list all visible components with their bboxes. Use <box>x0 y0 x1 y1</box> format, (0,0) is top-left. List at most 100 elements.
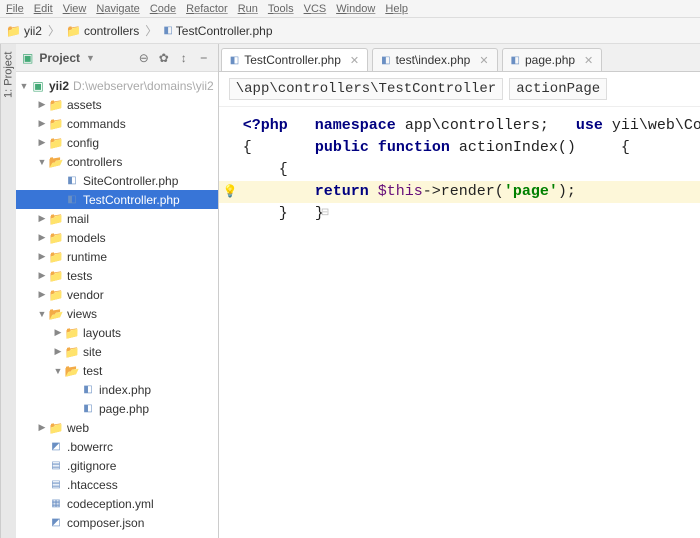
close-icon[interactable]: ✕ <box>350 54 359 67</box>
tree-row[interactable]: ▤.gitignore <box>16 456 218 475</box>
fold-icon[interactable]: ⊟ <box>321 203 329 225</box>
expand-icon[interactable]: ▼ <box>52 366 64 376</box>
folder-icon: 📁 <box>48 212 64 226</box>
project-tool-tab[interactable]: 1: Project <box>0 44 16 538</box>
expand-icon[interactable]: ▶ <box>36 232 48 243</box>
menu-item[interactable]: Help <box>385 3 408 15</box>
tree-label: assets <box>67 98 102 112</box>
menu-item[interactable]: Window <box>336 3 375 15</box>
tree-label: composer.json <box>67 516 144 530</box>
tree-root[interactable]: ▼ ▣ yii2 D:\webserver\domains\yii2 <box>16 76 218 95</box>
editor-area: ◧TestController.php✕◧test\index.php✕◧pag… <box>219 44 700 538</box>
editor-tab[interactable]: ◧page.php✕ <box>502 48 603 71</box>
code-breadcrumb[interactable]: \app\controllers\TestController actionPa… <box>219 72 700 107</box>
sidebar-title: Project <box>39 51 80 65</box>
tree-row[interactable]: ◧TestController.php <box>16 190 218 209</box>
tree-row[interactable]: ▶📁site <box>16 342 218 361</box>
collapse-all-icon[interactable]: ⊖ <box>136 50 152 66</box>
expand-icon[interactable]: ▶ <box>36 99 48 110</box>
expand-icon[interactable]: ▼ <box>36 309 48 319</box>
expand-icon[interactable]: ▶ <box>52 346 64 357</box>
tree-row[interactable]: ▶📁runtime <box>16 247 218 266</box>
tree-row[interactable]: ▶📁config <box>16 133 218 152</box>
menu-item[interactable]: Edit <box>34 3 53 15</box>
sidebar-toolbar: ▣ Project ▼ ⊖ ✿ ↕ ⎯ <box>16 44 218 72</box>
folder-icon: 📁 <box>66 24 81 38</box>
code-editor[interactable]: <?php namespace app\controllers; use yii… <box>219 107 700 233</box>
menu-item[interactable]: Refactor <box>186 3 228 15</box>
dropdown-icon[interactable]: ▼ <box>86 53 95 63</box>
menu-item[interactable]: Navigate <box>96 3 139 15</box>
expand-icon[interactable]: ▶ <box>36 289 48 300</box>
tree-row[interactable]: ◧SiteController.php <box>16 171 218 190</box>
tree-label: controllers <box>67 155 122 169</box>
editor-tabs[interactable]: ◧TestController.php✕◧test\index.php✕◧pag… <box>219 44 700 72</box>
tree-label: views <box>67 307 97 321</box>
tree-row[interactable]: ▼📂views <box>16 304 218 323</box>
menu-item[interactable]: View <box>63 3 87 15</box>
folder-icon: 📁 <box>6 24 21 38</box>
menu-item[interactable]: VCS <box>304 3 327 15</box>
expand-icon[interactable]: ▶ <box>36 422 48 433</box>
php-file-icon: ◧ <box>80 403 96 414</box>
tree-label: SiteController.php <box>83 174 178 188</box>
folder-icon: 📁 <box>48 269 64 283</box>
hide-icon[interactable]: ⎯ <box>196 50 212 66</box>
intention-bulb-icon[interactable]: 💡 <box>223 181 238 203</box>
expand-icon[interactable]: ▶ <box>52 327 64 338</box>
scroll-to-source-icon[interactable]: ↕ <box>176 50 192 66</box>
tree-row[interactable]: ▦codeception.yml <box>16 494 218 513</box>
tree-row[interactable]: ▶📁mail <box>16 209 218 228</box>
tree-row[interactable]: ▶📁web <box>16 418 218 437</box>
tree-row[interactable]: ◩.bowerrc <box>16 437 218 456</box>
tree-row[interactable]: ◧index.php <box>16 380 218 399</box>
project-view-icon: ▣ <box>22 51 33 65</box>
json-file-icon: ◩ <box>48 441 64 452</box>
tree-row[interactable]: ▶📁models <box>16 228 218 247</box>
tree-label: index.php <box>99 383 151 397</box>
tab-label: page.php <box>525 53 575 67</box>
menu-item[interactable]: File <box>6 3 24 15</box>
nav-breadcrumb[interactable]: 📁yii2 〉 📁controllers 〉 ◧TestController.p… <box>0 18 700 44</box>
tree-row[interactable]: ▶📁tests <box>16 266 218 285</box>
menu-item[interactable]: Code <box>150 3 176 15</box>
expand-icon[interactable]: ▼ <box>18 81 30 91</box>
path-segment[interactable]: \app\controllers\TestController <box>229 78 503 100</box>
php-file-icon: ◧ <box>80 384 96 395</box>
project-tree[interactable]: ▼ ▣ yii2 D:\webserver\domains\yii2 ▶📁ass… <box>16 72 218 538</box>
tree-label: commands <box>67 117 126 131</box>
tree-row[interactable]: ▤.htaccess <box>16 475 218 494</box>
expand-icon[interactable]: ▶ <box>36 213 48 224</box>
php-file-icon: ◧ <box>64 194 80 205</box>
close-icon[interactable]: ✕ <box>584 54 593 67</box>
settings-icon[interactable]: ✿ <box>156 50 172 66</box>
tree-row[interactable]: ◩composer.json <box>16 513 218 532</box>
tree-row[interactable]: ▶📁layouts <box>16 323 218 342</box>
expand-icon[interactable]: ▶ <box>36 270 48 281</box>
editor-tab[interactable]: ◧test\index.php✕ <box>372 48 497 71</box>
menu-item[interactable]: Tools <box>268 3 294 15</box>
expand-icon[interactable]: ▶ <box>36 251 48 262</box>
tree-row[interactable]: ▼📂test <box>16 361 218 380</box>
expand-icon[interactable]: ▶ <box>36 137 48 148</box>
json-file-icon: ◩ <box>48 517 64 528</box>
tree-row[interactable]: ◧page.php <box>16 399 218 418</box>
tree-label: test <box>83 364 102 378</box>
tree-row[interactable]: ▼📂controllers <box>16 152 218 171</box>
editor-tab[interactable]: ◧TestController.php✕ <box>221 48 368 71</box>
menu-item[interactable]: Run <box>238 3 258 15</box>
expand-icon[interactable]: ▼ <box>36 157 48 167</box>
tree-row[interactable]: ▶📁vendor <box>16 285 218 304</box>
expand-icon[interactable]: ▶ <box>36 118 48 129</box>
path-segment[interactable]: actionPage <box>509 78 607 100</box>
main-menu[interactable]: File Edit View Navigate Code Refactor Run Tools… <box>0 0 700 18</box>
folder-icon: 📁 <box>48 250 64 264</box>
tree-row[interactable]: ▶📁assets <box>16 95 218 114</box>
tree-label: vendor <box>67 288 104 302</box>
close-icon[interactable]: ✕ <box>479 54 488 67</box>
tree-label: layouts <box>83 326 121 340</box>
folder-icon: 📁 <box>48 117 64 131</box>
crumb: ◧TestController.php <box>163 24 272 38</box>
project-icon: ▣ <box>30 79 46 93</box>
tree-row[interactable]: ▶📁commands <box>16 114 218 133</box>
